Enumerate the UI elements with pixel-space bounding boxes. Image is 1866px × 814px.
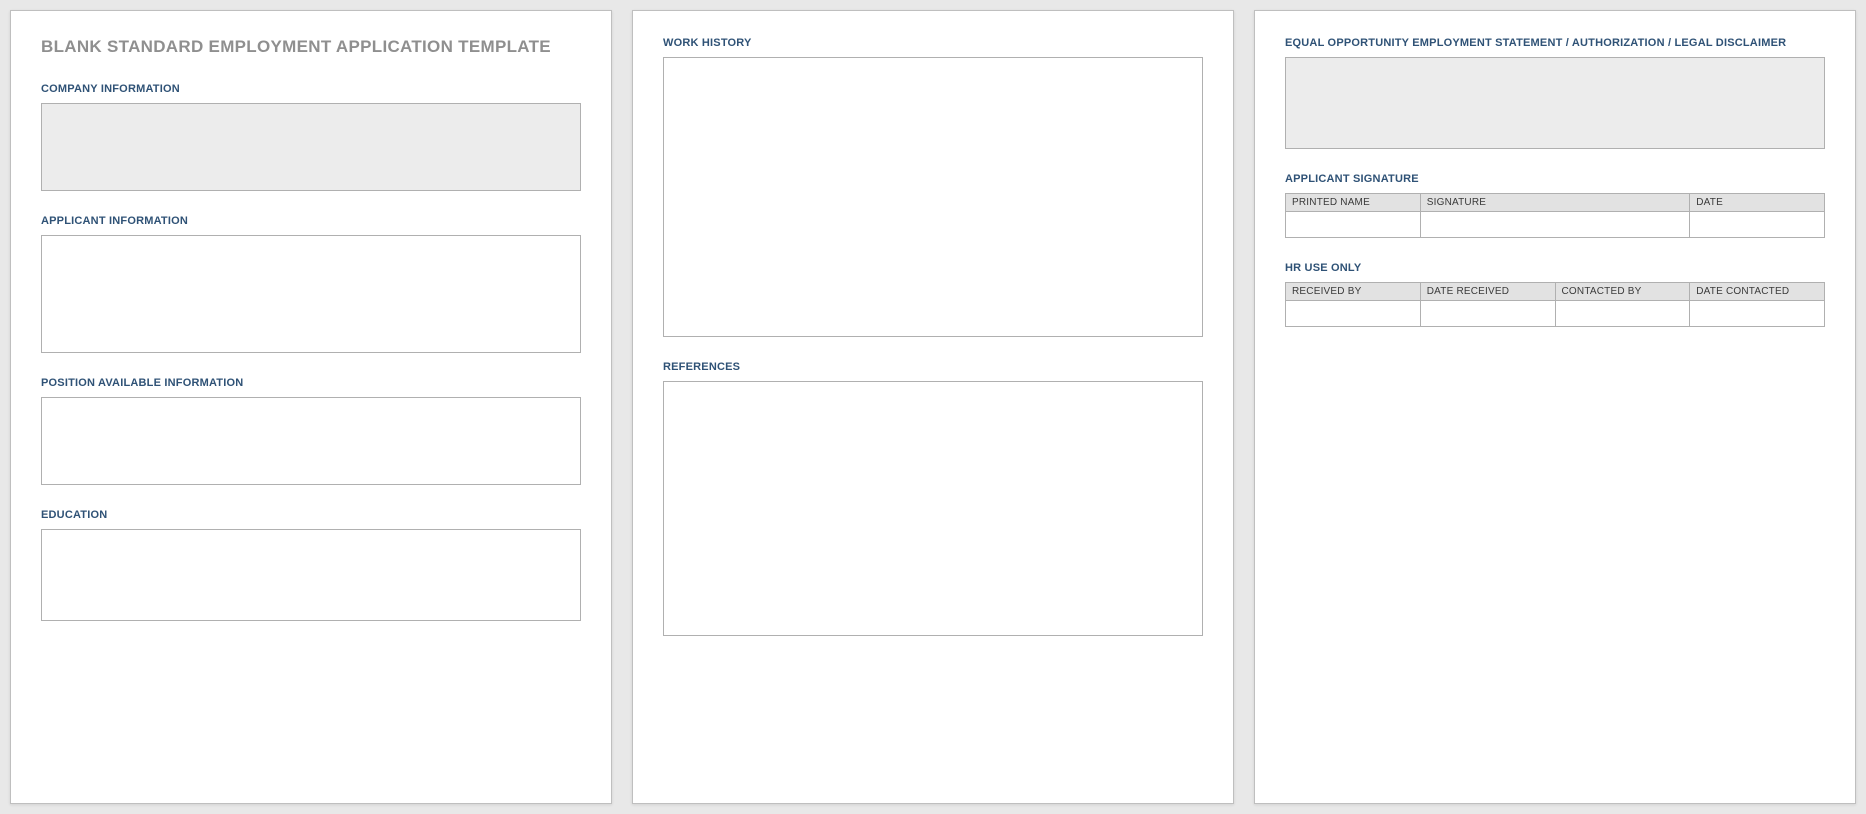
- section-title-references: REFERENCES: [663, 361, 1203, 373]
- field-references[interactable]: [663, 381, 1203, 636]
- cell-printed-name[interactable]: [1286, 212, 1421, 238]
- section-title-signature: APPLICANT SIGNATURE: [1285, 173, 1825, 185]
- section-work-history: WORK HISTORY: [663, 37, 1203, 337]
- cell-contacted-by[interactable]: [1555, 301, 1690, 327]
- section-title-education: EDUCATION: [41, 509, 581, 521]
- section-applicant-info: APPLICANT INFORMATION: [41, 215, 581, 353]
- section-title-position-info: POSITION AVAILABLE INFORMATION: [41, 377, 581, 389]
- th-date-contacted: DATE CONTACTED: [1690, 283, 1825, 301]
- section-education: EDUCATION: [41, 509, 581, 621]
- section-title-hr: HR USE ONLY: [1285, 262, 1825, 274]
- section-title-applicant-info: APPLICANT INFORMATION: [41, 215, 581, 227]
- field-eoe[interactable]: [1285, 57, 1825, 149]
- section-position-info: POSITION AVAILABLE INFORMATION: [41, 377, 581, 485]
- th-printed-name: PRINTED NAME: [1286, 194, 1421, 212]
- page-1: BLANK STANDARD EMPLOYMENT APPLICATION TE…: [10, 10, 612, 804]
- page-3: EQUAL OPPORTUNITY EMPLOYMENT STATEMENT /…: [1254, 10, 1856, 804]
- table-hr: RECEIVED BY DATE RECEIVED CONTACTED BY D…: [1285, 282, 1825, 327]
- table-signature: PRINTED NAME SIGNATURE DATE: [1285, 193, 1825, 238]
- th-contacted-by: CONTACTED BY: [1555, 283, 1690, 301]
- field-company-info[interactable]: [41, 103, 581, 191]
- cell-signature[interactable]: [1420, 212, 1690, 238]
- section-title-work-history: WORK HISTORY: [663, 37, 1203, 49]
- th-date: DATE: [1690, 194, 1825, 212]
- section-hr: HR USE ONLY RECEIVED BY DATE RECEIVED CO…: [1285, 262, 1825, 327]
- section-company-info: COMPANY INFORMATION: [41, 83, 581, 191]
- section-signature: APPLICANT SIGNATURE PRINTED NAME SIGNATU…: [1285, 173, 1825, 238]
- section-eoe: EQUAL OPPORTUNITY EMPLOYMENT STATEMENT /…: [1285, 37, 1825, 149]
- th-signature: SIGNATURE: [1420, 194, 1690, 212]
- th-date-received: DATE RECEIVED: [1420, 283, 1555, 301]
- section-title-eoe: EQUAL OPPORTUNITY EMPLOYMENT STATEMENT /…: [1285, 37, 1825, 49]
- document-title: BLANK STANDARD EMPLOYMENT APPLICATION TE…: [41, 37, 581, 57]
- th-received-by: RECEIVED BY: [1286, 283, 1421, 301]
- field-education[interactable]: [41, 529, 581, 621]
- section-title-company-info: COMPANY INFORMATION: [41, 83, 581, 95]
- field-applicant-info[interactable]: [41, 235, 581, 353]
- cell-date-received[interactable]: [1420, 301, 1555, 327]
- section-references: REFERENCES: [663, 361, 1203, 636]
- cell-date[interactable]: [1690, 212, 1825, 238]
- cell-received-by[interactable]: [1286, 301, 1421, 327]
- cell-date-contacted[interactable]: [1690, 301, 1825, 327]
- field-position-info[interactable]: [41, 397, 581, 485]
- page-2: WORK HISTORY REFERENCES: [632, 10, 1234, 804]
- field-work-history[interactable]: [663, 57, 1203, 337]
